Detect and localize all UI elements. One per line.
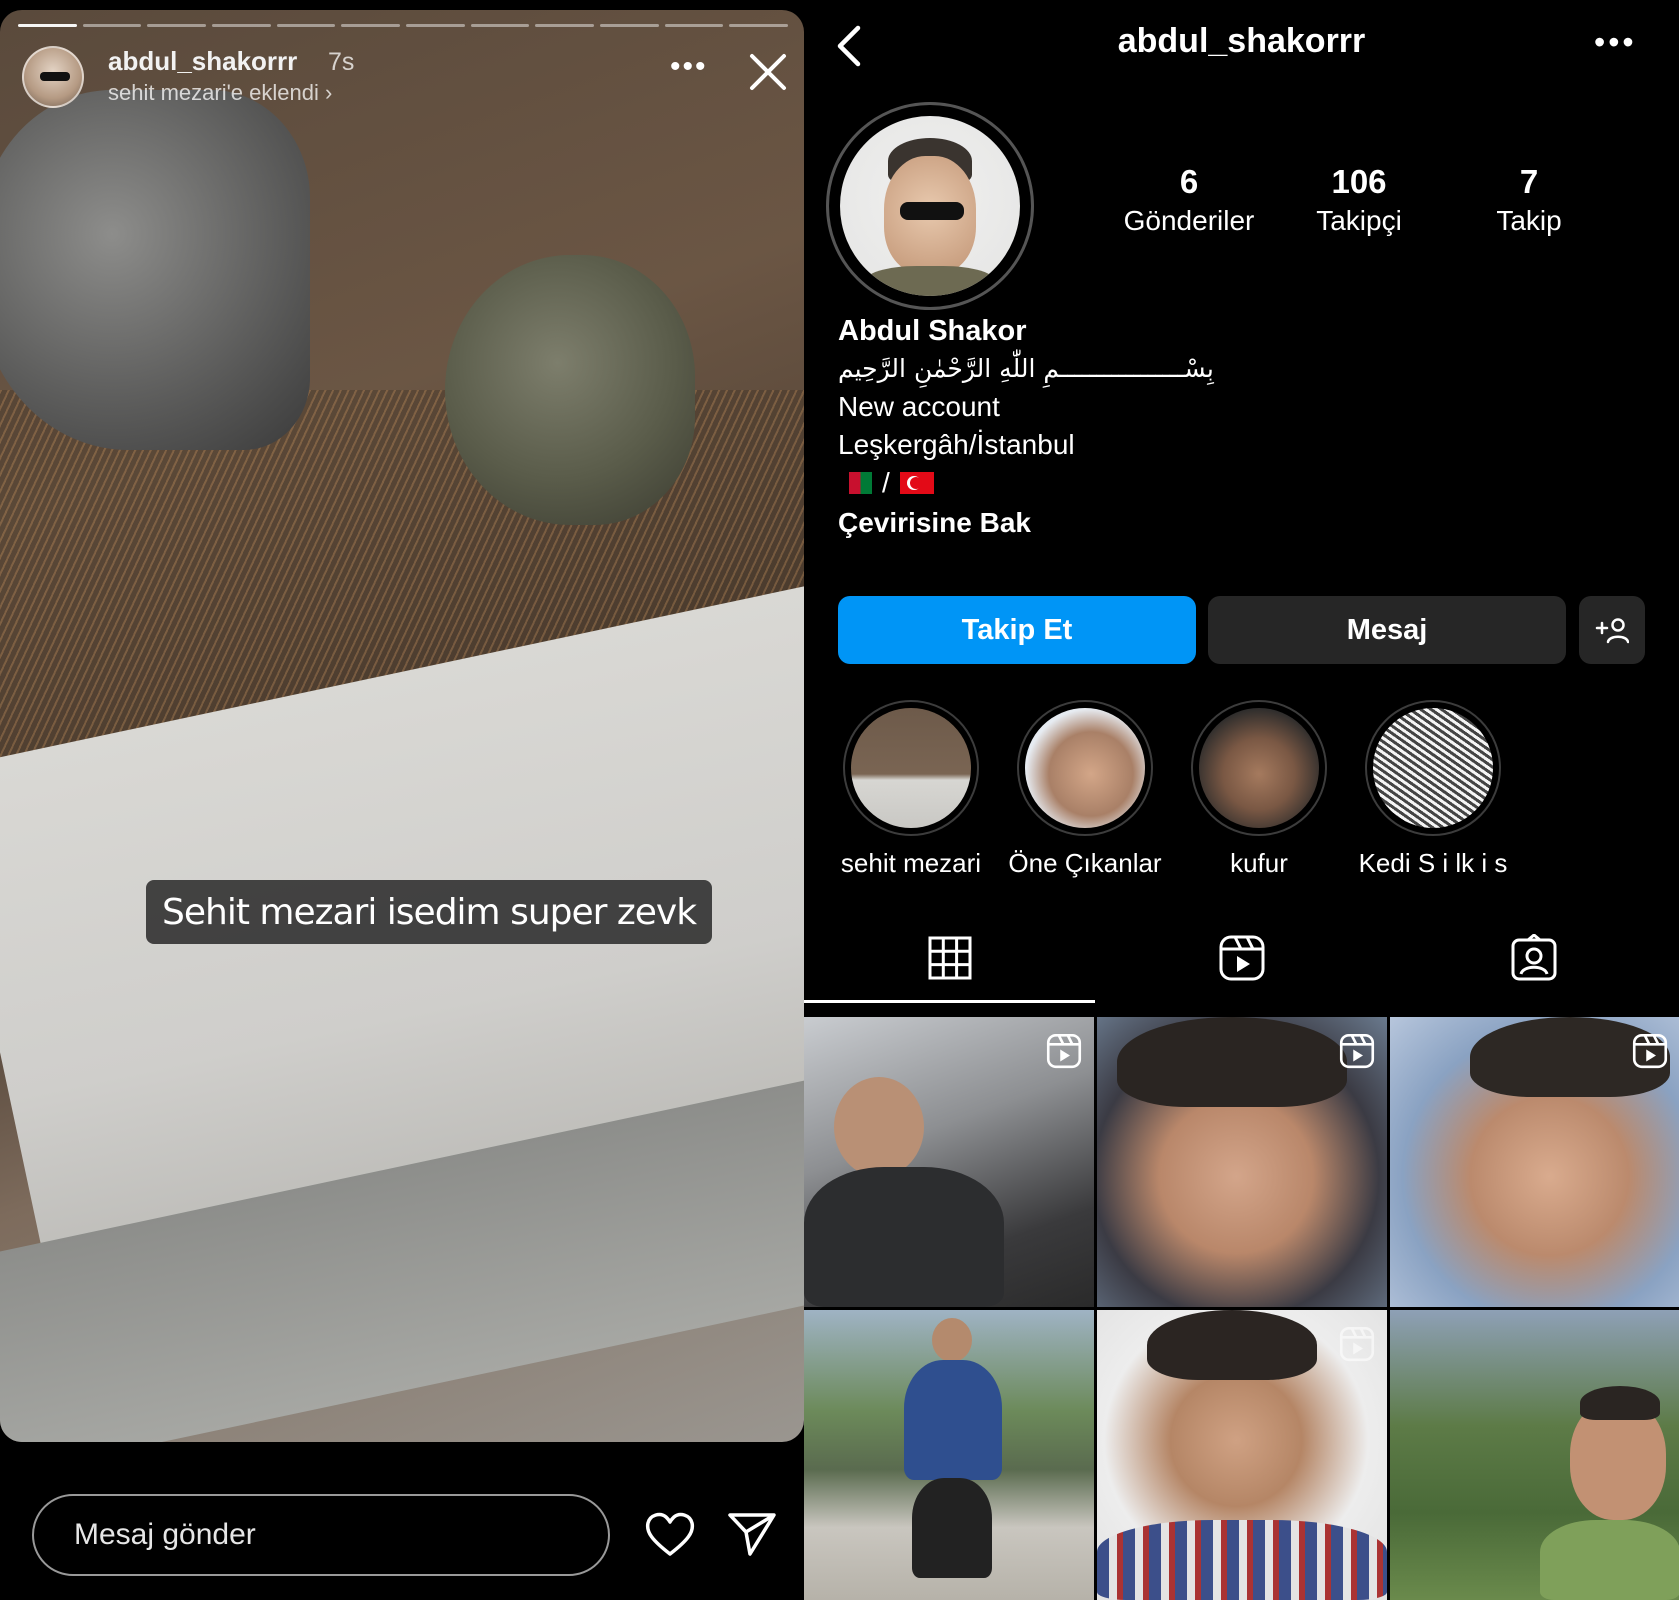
stat-value: 6	[1179, 163, 1199, 200]
highlight-label: sehit mezari	[840, 848, 982, 878]
reels-icon	[1219, 935, 1264, 981]
reel-icon	[1046, 1033, 1082, 1069]
story-progress-segment	[212, 24, 271, 27]
highlight-cover	[851, 708, 971, 828]
story-progress-segment	[535, 24, 595, 27]
highlight-cover	[1373, 708, 1493, 828]
bio-flags: /	[838, 464, 1658, 502]
story-progress-segment	[82, 24, 142, 27]
profile-bio: Abdul Shakor بِسْـــــــــــــــــمِ الل…	[838, 312, 1658, 544]
story-progress-segment	[664, 24, 724, 27]
follow-button[interactable]: Takip Et	[838, 596, 1196, 664]
story-highlights: sehit mezari Öne Çıkanlar kufur Kedi S i…	[824, 700, 1679, 880]
story-reply-input[interactable]	[32, 1494, 610, 1576]
highlight-label: Kedi S i lk i s	[1358, 848, 1508, 878]
story-added-to-label: sehit mezari'e eklendi	[108, 80, 319, 105]
stat-label: Takipçi	[1316, 205, 1402, 236]
more-horizontal-icon[interactable]: •••	[1594, 24, 1637, 61]
reel-icon	[1339, 1033, 1375, 1069]
tab-reels[interactable]	[1096, 912, 1387, 1004]
post-thumbnail[interactable]	[804, 1017, 1094, 1307]
highlight-label: kufur	[1230, 848, 1288, 878]
send-icon[interactable]	[726, 1510, 778, 1558]
stat-following[interactable]: 7 Takip	[1444, 163, 1614, 237]
highlight-item[interactable]: kufur	[1172, 700, 1346, 879]
story-header: abdul_shakorrr 7s sehit mezari'e eklendi…	[22, 44, 792, 112]
heart-icon[interactable]	[644, 1510, 696, 1558]
story-rock	[0, 90, 310, 450]
profile-photo	[840, 116, 1020, 296]
story-highlight-link[interactable]: sehit mezari'e eklendi ›	[108, 80, 332, 106]
story-media[interactable]: Sehit mezari isedim super zevk	[0, 10, 804, 1442]
grid-icon	[928, 936, 971, 980]
story-reply-bar	[0, 1442, 804, 1600]
stat-value: 106	[1331, 163, 1387, 200]
bio-arabic-line: بِسْـــــــــــــــــمِ اللّٰهِ الرَّحْم…	[838, 354, 1214, 383]
story-username[interactable]: abdul_shakorrr	[108, 46, 297, 77]
story-timestamp: 7s	[328, 48, 355, 76]
post-thumbnail[interactable]	[1390, 1310, 1679, 1600]
flag-turkey-icon	[899, 472, 934, 494]
profile-page: abdul_shakorrr ••• 6 Gönderiler 106 Taki…	[804, 0, 1679, 1600]
active-tab-indicator	[804, 1000, 1095, 1003]
story-progress-segment	[147, 24, 207, 27]
profile-stats: 6 Gönderiler 106 Takipçi 7 Takip	[1104, 163, 1644, 237]
story-avatar[interactable]	[22, 46, 84, 108]
highlight-item[interactable]: Kedi S i lk i s	[1346, 700, 1520, 879]
add-person-button[interactable]	[1579, 596, 1645, 664]
highlight-cover	[1199, 708, 1319, 828]
stat-value: 7	[1519, 163, 1539, 200]
tab-posts-grid[interactable]	[804, 912, 1095, 1004]
highlight-label: Öne Çıkanlar	[1008, 848, 1162, 878]
flag-afghanistan-icon	[838, 472, 872, 494]
post-thumbnail[interactable]	[1390, 1017, 1679, 1307]
see-translation-link[interactable]: Çevirisine Bak	[838, 502, 1658, 544]
story-progress-segment	[600, 24, 659, 27]
reel-icon	[1339, 1326, 1375, 1362]
message-button[interactable]: Mesaj	[1208, 596, 1566, 664]
tagged-icon	[1511, 934, 1556, 981]
highlight-cover	[1025, 708, 1145, 828]
story-progress-segment	[729, 24, 789, 27]
post-thumbnail[interactable]	[1097, 1310, 1387, 1600]
stat-followers[interactable]: 106 Takipçi	[1274, 163, 1444, 237]
profile-display-name: Abdul Shakor	[838, 315, 1027, 347]
posts-grid	[804, 1017, 1679, 1600]
tab-tagged[interactable]	[1388, 912, 1679, 1004]
story-progress-segment	[470, 24, 530, 27]
post-thumbnail[interactable]	[1097, 1017, 1387, 1307]
profile-header-username: abdul_shakorrr	[1117, 22, 1366, 60]
profile-avatar[interactable]	[826, 102, 1034, 310]
more-horizontal-icon[interactable]: •••	[670, 50, 708, 84]
story-caption: Sehit mezari isedim super zevk	[146, 880, 713, 944]
highlight-item[interactable]: sehit mezari	[824, 700, 998, 879]
story-progress-bar	[18, 24, 789, 27]
story-progress-segment	[341, 24, 401, 27]
post-thumbnail[interactable]	[804, 1310, 1094, 1600]
stat-posts[interactable]: 6 Gönderiler	[1104, 163, 1274, 237]
story-progress-segment	[276, 24, 336, 27]
profile-tabs	[804, 912, 1679, 1004]
story-progress-segment	[18, 24, 77, 27]
stat-label: Takip	[1496, 205, 1562, 236]
bio-flag-separator: /	[882, 467, 890, 498]
stat-label: Gönderiler	[1123, 205, 1255, 236]
story-rock	[445, 255, 695, 525]
story-progress-segment	[406, 24, 465, 27]
add-person-icon	[1595, 618, 1629, 644]
bio-line: New account	[838, 391, 1000, 422]
highlight-item[interactable]: Öne Çıkanlar	[998, 700, 1172, 879]
reel-icon	[1632, 1033, 1668, 1069]
story-viewer: Sehit mezari isedim super zevk abdul_sha…	[0, 0, 804, 1600]
close-icon[interactable]	[746, 50, 790, 94]
bio-location: Leşkergâh/İstanbul	[838, 429, 1075, 460]
